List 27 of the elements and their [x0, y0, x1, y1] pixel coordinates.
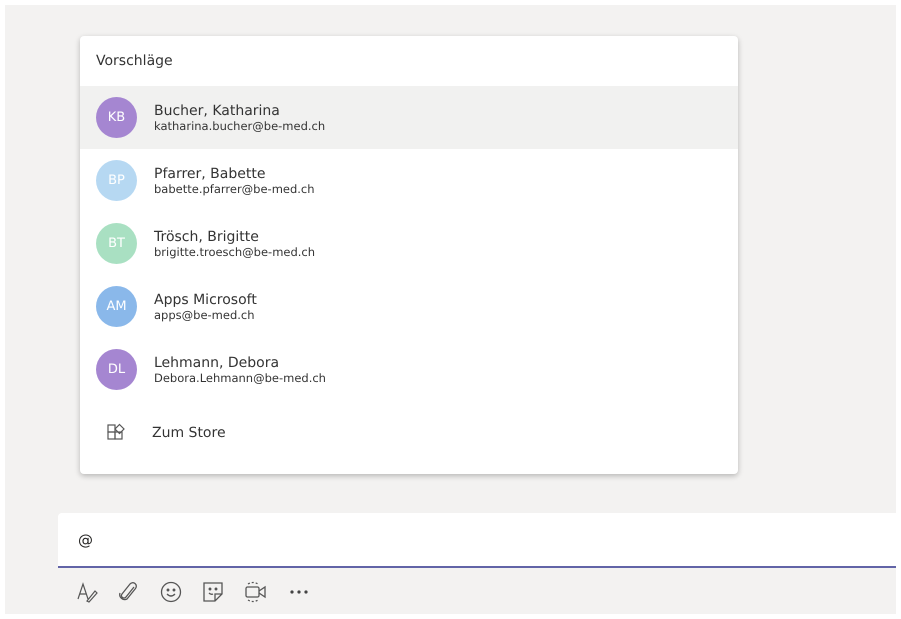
suggestion-item[interactable]: BT Trösch, Brigitte brigitte.troesch@be-med.ch [80, 212, 738, 275]
contact-email: katharina.bucher@be-med.ch [154, 118, 326, 132]
contact-email: babette.pfarrer@be-med.ch [154, 182, 315, 196]
avatar: BT [96, 223, 137, 264]
contact-email: brigitte.troesch@be-med.ch [154, 244, 316, 258]
apps-icon [106, 422, 126, 442]
contact-email: apps@be-med.ch [154, 308, 256, 322]
suggestion-item[interactable]: KB Bucher, Katharina katharina.bucher@be-med.ch [80, 86, 738, 149]
message-field[interactable]: @ [58, 513, 896, 568]
store-item[interactable]: Zum Store [80, 401, 738, 464]
suggestion-item[interactable]: BP Pfarrer, Babette babette.pfarrer@be-med.ch [80, 149, 738, 212]
avatar: BP [96, 160, 137, 201]
suggestion-item[interactable]: DL Lehmann, Debora Debora.Lehmann@be-med.ch [80, 338, 738, 401]
sticker-icon[interactable] [201, 580, 225, 604]
contact-name: Trösch, Brigitte [154, 228, 260, 244]
contact-name: Lehmann, Debora [154, 354, 280, 370]
avatar: DL [96, 349, 137, 390]
contact-name: Apps Microsoft [154, 292, 257, 308]
avatar: KB [96, 97, 137, 138]
contact-email: Debora.Lehmann@be-med.ch [154, 370, 326, 384]
format-icon[interactable] [75, 580, 99, 604]
avatar: AM [96, 286, 137, 327]
contact-name: Pfarrer, Babette [154, 166, 266, 182]
panel-title: Vorschläge [95, 52, 174, 71]
contact-name: Bucher, Katharina [154, 102, 281, 118]
emoji-icon[interactable] [159, 580, 183, 604]
suggestion-item[interactable]: AM Apps Microsoft apps@be-med.ch [80, 275, 738, 338]
